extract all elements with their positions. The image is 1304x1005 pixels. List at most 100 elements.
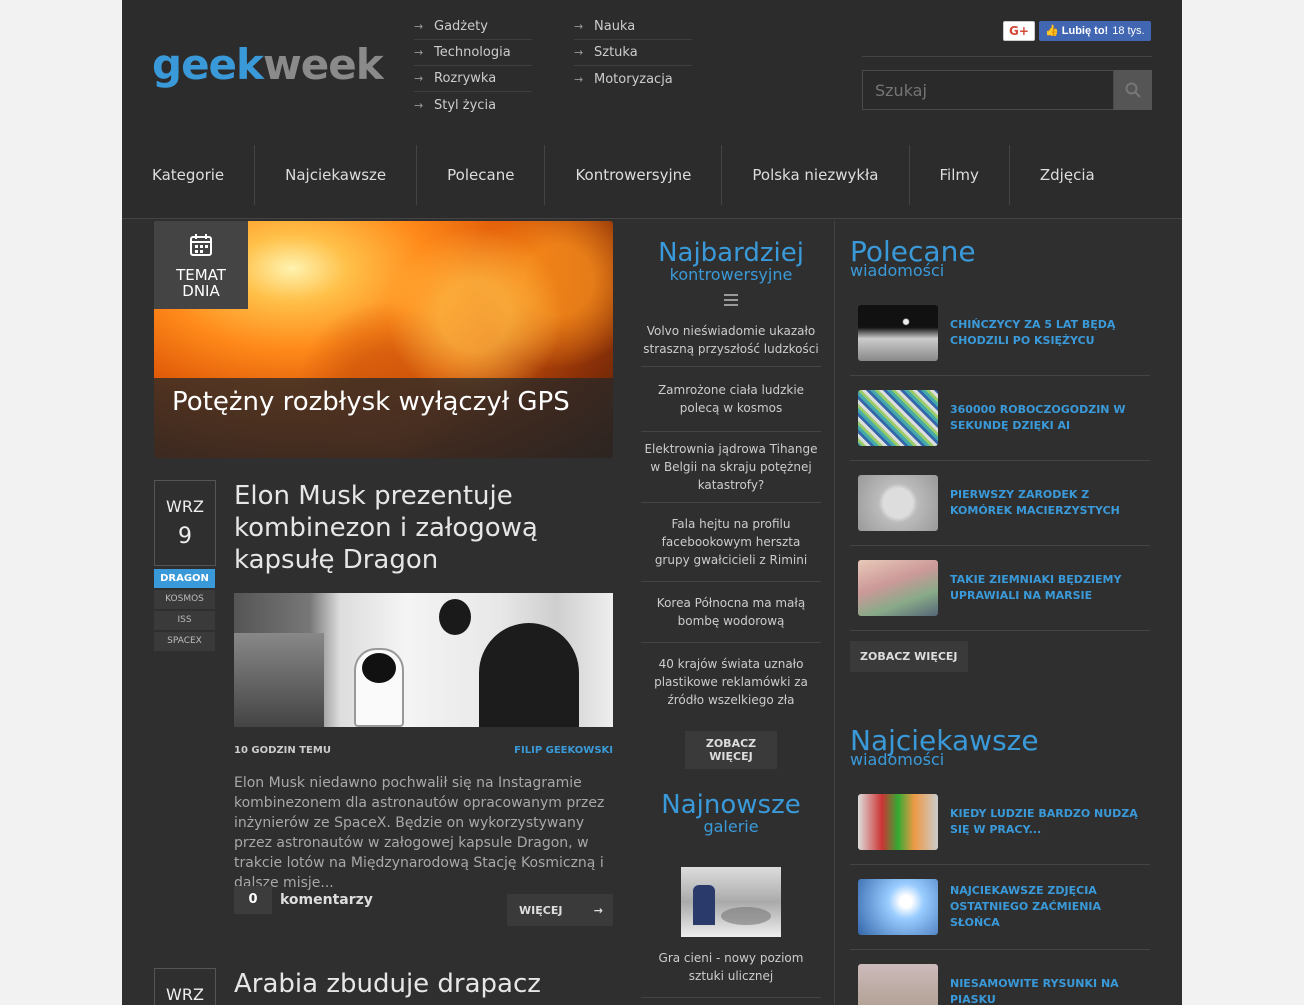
- read-more-button[interactable]: WIĘCEJ →: [507, 894, 613, 926]
- calendar-icon: [190, 234, 212, 256]
- see-more-recommended-button[interactable]: ZOBACZ WIĘCEJ: [850, 641, 968, 672]
- column-divider: [834, 221, 835, 1005]
- thumbs-up-icon: 👍: [1045, 25, 1059, 37]
- article-excerpt: Elon Musk niedawno pochwalił się na Inst…: [234, 775, 605, 891]
- featured-title[interactable]: Potężny rozbłysk wyłączył GPS: [172, 386, 595, 418]
- list-item[interactable]: KIEDY LUDZIE BARDZO NUDZĄ SIĘ W PRACY...: [850, 780, 1150, 865]
- list-item[interactable]: NAJCIEKAWSZE ZDJĘCIA OSTATNIEGO ZAĆMIENI…: [850, 865, 1150, 950]
- main-navigation: Kategorie Najciekawsze Polecane Kontrowe…: [122, 145, 1125, 205]
- search-input[interactable]: [862, 70, 1114, 110]
- social-buttons: G+ 👍 Lubię to! 18 tys.: [1003, 21, 1151, 41]
- thumbnail: [858, 475, 938, 531]
- search-button[interactable]: [1114, 70, 1152, 110]
- thumbnail: [858, 879, 938, 935]
- thumbnail: [858, 560, 938, 616]
- see-more-controversial-button[interactable]: ZOBACZ WIĘCEJ: [685, 731, 777, 769]
- article-meta: 10 GODZIN TEMU FILIP GEEKOWSKI: [234, 745, 613, 756]
- topcat-motoryzacja[interactable]: → Motoryzacja: [574, 66, 692, 92]
- nav-kontrowersyjne[interactable]: Kontrowersyjne: [545, 145, 723, 205]
- header-divider: [862, 56, 1152, 57]
- arrow-right-icon: →: [574, 20, 584, 33]
- recommended-subtitle: wiadomości: [850, 261, 945, 280]
- topcat-technologia[interactable]: → Technologia: [414, 40, 532, 66]
- thumbnail: [858, 390, 938, 446]
- arrow-right-icon: →: [574, 72, 584, 86]
- list-item[interactable]: CHIŃCZYCY ZA 5 LAT BĘDĄ CHODZILI PO KSIĘ…: [850, 291, 1150, 376]
- tag-dragon[interactable]: DRAGON: [154, 569, 215, 588]
- comments-link[interactable]: 0 komentarzy: [234, 886, 373, 914]
- topcat-rozrywka[interactable]: → Rozrywka: [414, 66, 532, 92]
- arrow-right-icon: →: [574, 46, 584, 59]
- date-day: 9: [178, 524, 192, 549]
- gplus-button[interactable]: G+: [1003, 21, 1035, 41]
- search-box: [862, 70, 1152, 110]
- controversial-subtitle: kontrowersyjne: [669, 265, 793, 284]
- article-image[interactable]: [234, 593, 613, 727]
- recommended-column: Polecane wiadomości CHIŃCZYCY ZA 5 LAT B…: [850, 221, 1150, 1005]
- list-item[interactable]: Korea Północna ma małą bombę wodorową: [641, 582, 821, 643]
- tag-kosmos[interactable]: KOSMOS: [154, 590, 215, 609]
- nav-filmy[interactable]: Filmy: [910, 145, 1010, 205]
- search-icon: [1125, 82, 1141, 98]
- arrow-right-icon: →: [593, 903, 603, 917]
- controversial-list: Volvo nieświadomie ukazało straszną przy…: [641, 314, 821, 721]
- topcat-sztuka[interactable]: → Sztuka: [574, 40, 692, 66]
- galleries-title: Najnowsze: [661, 790, 801, 820]
- tag-spacex[interactable]: SPACEX: [154, 632, 215, 651]
- topic-of-day-badge: TEMAT DNIA: [154, 221, 248, 309]
- nav-kategorie[interactable]: Kategorie: [122, 145, 256, 205]
- date-month: WRZ: [166, 497, 204, 516]
- arrow-right-icon: →: [414, 46, 424, 59]
- topcat-nauka[interactable]: → Nauka: [574, 14, 692, 40]
- controversial-column: Najbardziej kontrowersyjne Volvo nieświa…: [641, 221, 821, 998]
- arrow-right-icon: →: [414, 98, 424, 112]
- comments-label: komentarzy: [280, 892, 373, 908]
- badge-line1: TEMAT: [176, 266, 226, 284]
- article-date: WRZ: [154, 968, 216, 1005]
- top-categories-col2: → Nauka → Sztuka → Motoryzacja: [574, 14, 692, 92]
- nav-zdjecia[interactable]: Zdjęcia: [1010, 145, 1125, 205]
- list-item[interactable]: 360000 ROBOCZOGODZIN W SEKUNDĘ DZIĘKI AI: [850, 376, 1150, 461]
- date-month: WRZ: [166, 985, 204, 1004]
- thumbnail: [858, 964, 938, 1005]
- article-title[interactable]: Arabia zbuduje drapacz: [234, 968, 614, 1000]
- article-time: 10 GODZIN TEMU: [234, 745, 331, 756]
- arrow-right-icon: →: [414, 20, 424, 33]
- list-item[interactable]: Fala hejtu na profilu facebookowym hersz…: [641, 503, 821, 582]
- article-tags: DRAGON KOSMOS ISS SPACEX: [154, 569, 215, 653]
- comments-count: 0: [234, 886, 272, 914]
- article-title[interactable]: Elon Musk prezentuje kombinezon i załogo…: [234, 480, 614, 576]
- gallery-title[interactable]: Gra cieni - nowy poziom sztuki ulicznej: [641, 937, 821, 998]
- list-item[interactable]: NIESAMOWITE RYSUNKI NA PIASKU: [850, 950, 1150, 1005]
- list-item[interactable]: PIERWSZY ZARODEK Z KOMÓREK MACIERZYSTYCH: [850, 461, 1150, 546]
- logo-geek: geek: [152, 40, 264, 89]
- list-item[interactable]: 40 krajów świata uznało plastikowe rekla…: [641, 643, 821, 721]
- list-item[interactable]: Volvo nieświadomie ukazało straszną przy…: [641, 314, 821, 367]
- list-item[interactable]: Zamrożone ciała ludzkie polecą w kosmos: [641, 367, 821, 432]
- article-author[interactable]: FILIP GEEKOWSKI: [514, 745, 613, 756]
- site-logo[interactable]: geekweek: [152, 40, 384, 89]
- featured-caption: Potężny rozbłysk wyłączył GPS: [154, 378, 613, 458]
- list-item[interactable]: TAKIE ZIEMNIAKI BĘDZIEMY UPRAWIALI NA MA…: [850, 546, 1150, 631]
- thumbnail: [858, 305, 938, 361]
- page-container: geekweek → Gadżety → Technologia → Rozrywka…: [122, 0, 1182, 1005]
- nav-polecane[interactable]: Polecane: [417, 145, 546, 205]
- site-header: geekweek → Gadżety → Technologia → Rozrywka…: [122, 0, 1182, 219]
- controversial-title: Najbardziej: [658, 238, 804, 268]
- list-item[interactable]: Elektrownia jądrowa Tihange w Belgii na …: [641, 432, 821, 503]
- featured-article[interactable]: TEMAT DNIA Potężny rozbłysk wyłączył GPS: [154, 221, 613, 458]
- menu-icon: [641, 291, 821, 310]
- badge-line2: DNIA: [182, 282, 220, 300]
- article-date: WRZ 9: [154, 480, 216, 566]
- topcat-styl-zycia[interactable]: → Styl życia: [414, 92, 532, 118]
- tag-iss[interactable]: ISS: [154, 611, 215, 630]
- arrow-right-icon: →: [414, 72, 424, 85]
- galleries-subtitle: galerie: [703, 817, 759, 836]
- nav-polska-niezwykla[interactable]: Polska niezwykła: [722, 145, 910, 205]
- gallery-thumb[interactable]: [681, 867, 781, 937]
- nav-najciekawsze[interactable]: Najciekawsze: [255, 145, 418, 205]
- facebook-like-button[interactable]: 👍 Lubię to! 18 tys.: [1039, 21, 1151, 41]
- top-categories-col1: → Gadżety → Technologia → Rozrywka → Styl ży…: [414, 14, 532, 118]
- logo-week: week: [262, 40, 384, 89]
- topcat-gadzety[interactable]: → Gadżety: [414, 14, 532, 40]
